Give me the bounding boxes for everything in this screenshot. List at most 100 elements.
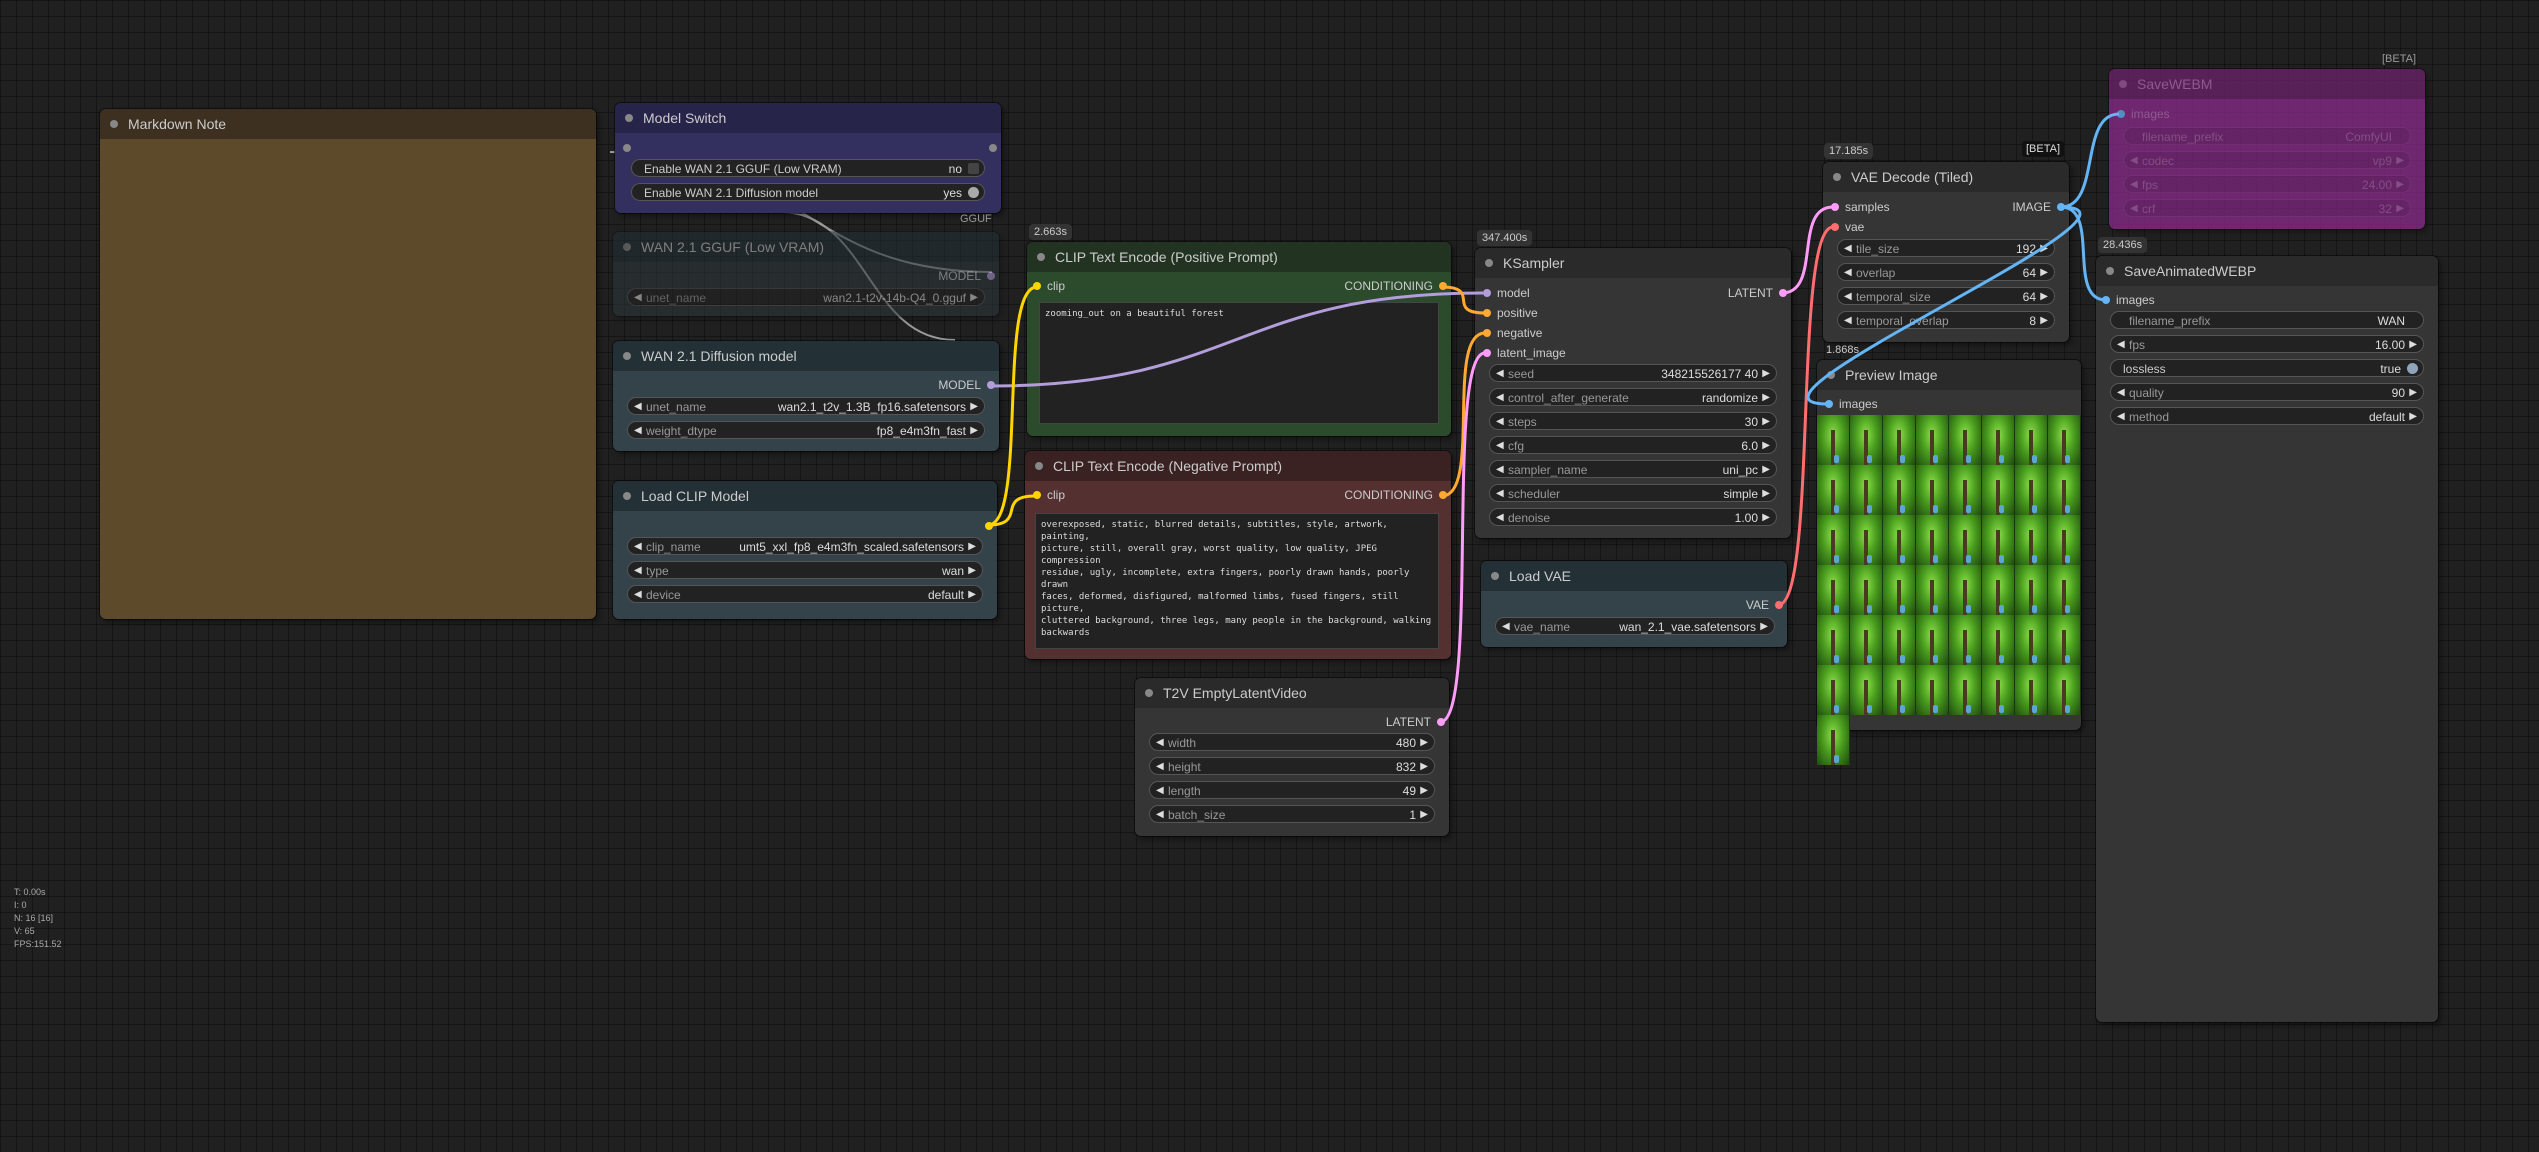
collapse-dot-icon[interactable] bbox=[623, 243, 631, 251]
preview-frame[interactable] bbox=[1916, 665, 1949, 715]
save-webp-images-input[interactable]: images bbox=[2102, 293, 2155, 307]
preview-frame[interactable] bbox=[1850, 465, 1883, 515]
collapse-dot-icon[interactable] bbox=[625, 114, 633, 122]
clip-negative-title[interactable]: CLIP Text Encode (Negative Prompt) bbox=[1025, 451, 1451, 481]
vae-name-select[interactable]: ◀ vae_name wan_2.1_vae.safetensors ▶ bbox=[1495, 617, 1775, 635]
clip-positive-node[interactable]: CLIP Text Encode (Positive Prompt) clip … bbox=[1027, 242, 1451, 436]
load-clip-node[interactable]: Load CLIP Model ◀ clip_name umt5_xxl_fp8_… bbox=[613, 481, 997, 619]
diffusion-loader-title[interactable]: WAN 2.1 Diffusion model bbox=[613, 341, 999, 371]
preview-frame[interactable] bbox=[2048, 465, 2081, 515]
collapse-dot-icon[interactable] bbox=[1491, 572, 1499, 580]
load-clip-output[interactable] bbox=[979, 519, 993, 533]
empty-latent-output[interactable]: LATENT bbox=[1386, 715, 1445, 729]
save-webm-title[interactable]: SaveWEBM bbox=[2109, 69, 2425, 99]
preview-frame[interactable] bbox=[2015, 515, 2048, 565]
temporal-overlap-input[interactable]: ◀ temporal_overlap 8 ▶ bbox=[1837, 311, 2055, 329]
clip-pos-conditioning-output[interactable]: CONDITIONING bbox=[1344, 279, 1447, 293]
preview-frame[interactable] bbox=[1949, 515, 1982, 565]
preview-frame[interactable] bbox=[1817, 715, 1850, 765]
tile-size-input[interactable]: ◀ tile_size 192 ▶ bbox=[1837, 239, 2055, 257]
preview-frame[interactable] bbox=[2048, 665, 2081, 715]
collapse-dot-icon[interactable] bbox=[1035, 462, 1043, 470]
preview-frame[interactable] bbox=[1949, 465, 1982, 515]
gguf-loader-title[interactable]: WAN 2.1 GGUF (Low VRAM) bbox=[613, 232, 999, 262]
save-webp-title[interactable]: SaveAnimatedWEBP bbox=[2096, 256, 2438, 286]
clip-pos-clip-input[interactable]: clip bbox=[1033, 279, 1065, 293]
vae-decode-node[interactable]: VAE Decode (Tiled) samples vae IMAGE ◀ ti… bbox=[1823, 162, 2069, 342]
preview-frame[interactable] bbox=[2048, 615, 2081, 665]
ksampler-node[interactable]: KSampler model positive negative latent_… bbox=[1475, 248, 1791, 538]
latent-length-input[interactable]: ◀ length 49 ▶ bbox=[1149, 781, 1435, 799]
preview-images-input[interactable]: images bbox=[1825, 397, 1878, 411]
preview-frame[interactable] bbox=[1949, 665, 1982, 715]
model-switch-output-slot[interactable] bbox=[983, 141, 997, 155]
temporal-size-input[interactable]: ◀ temporal_size 64 ▶ bbox=[1837, 287, 2055, 305]
save-animated-webp-node[interactable]: SaveAnimatedWEBP images filename_prefix … bbox=[2096, 256, 2438, 1022]
preview-frame[interactable] bbox=[1916, 565, 1949, 615]
webp-quality-input[interactable]: ◀ quality 90 ▶ bbox=[2110, 383, 2424, 401]
clip-neg-clip-input[interactable]: clip bbox=[1033, 488, 1065, 502]
preview-image-title[interactable]: Preview Image bbox=[1817, 360, 2081, 390]
preview-frame[interactable] bbox=[1982, 565, 2015, 615]
preview-frame[interactable] bbox=[1817, 465, 1850, 515]
preview-frame[interactable] bbox=[1949, 565, 1982, 615]
scheduler-select[interactable]: ◀ scheduler simple ▶ bbox=[1489, 484, 1777, 502]
vae-decode-title[interactable]: VAE Decode (Tiled) bbox=[1823, 162, 2069, 192]
preview-frame[interactable] bbox=[1916, 465, 1949, 515]
collapse-dot-icon[interactable] bbox=[1485, 259, 1493, 267]
vae-decode-image-output[interactable]: IMAGE bbox=[2012, 200, 2065, 214]
gguf-loader-node[interactable]: WAN 2.1 GGUF (Low VRAM) MODEL ◀ unet_name… bbox=[613, 232, 999, 316]
preview-frames-grid[interactable] bbox=[1817, 415, 2081, 765]
markdown-note-node[interactable]: Markdown Note bbox=[100, 109, 596, 619]
toggle-diffusion[interactable]: Enable WAN 2.1 Diffusion model yes bbox=[631, 183, 985, 201]
ksampler-title[interactable]: KSampler bbox=[1475, 248, 1791, 278]
collapse-dot-icon[interactable] bbox=[1037, 253, 1045, 261]
seed-input[interactable]: ◀ seed 348215526177 40 ▶ bbox=[1489, 364, 1777, 382]
preview-frame[interactable] bbox=[2015, 665, 2048, 715]
steps-input[interactable]: ◀ steps 30 ▶ bbox=[1489, 412, 1777, 430]
webp-lossless-toggle[interactable]: lossless true bbox=[2110, 359, 2424, 377]
clip-positive-title[interactable]: CLIP Text Encode (Positive Prompt) bbox=[1027, 242, 1451, 272]
collapse-dot-icon[interactable] bbox=[623, 492, 631, 500]
webp-method-select[interactable]: ◀ method default ▶ bbox=[2110, 407, 2424, 425]
preview-frame[interactable] bbox=[1850, 415, 1883, 465]
preview-frame[interactable] bbox=[2015, 615, 2048, 665]
webp-fps-input[interactable]: ◀ fps 16.00 ▶ bbox=[2110, 335, 2424, 353]
diffusion-unet-name-select[interactable]: ◀ unet_name wan2.1_t2v_1.3B_fp16.safetens… bbox=[627, 397, 985, 415]
clip-name-select[interactable]: ◀ clip_name umt5_xxl_fp8_e4m3fn_scaled.sa… bbox=[627, 537, 983, 555]
preview-frame[interactable] bbox=[1817, 615, 1850, 665]
clip-negative-node[interactable]: CLIP Text Encode (Negative Prompt) clip … bbox=[1025, 451, 1451, 659]
preview-frame[interactable] bbox=[1949, 415, 1982, 465]
preview-image-node[interactable]: Preview Image images bbox=[1817, 360, 2081, 765]
collapse-dot-icon[interactable] bbox=[2106, 267, 2114, 275]
vae-decode-vae-input[interactable]: vae bbox=[1831, 220, 1864, 234]
preview-frame[interactable] bbox=[1982, 415, 2015, 465]
preview-frame[interactable] bbox=[2048, 515, 2081, 565]
markdown-note-title[interactable]: Markdown Note bbox=[100, 109, 596, 139]
empty-latent-video-node[interactable]: T2V EmptyLatentVideo LATENT ◀ width 480 ▶ … bbox=[1135, 678, 1449, 836]
preview-frame[interactable] bbox=[2015, 465, 2048, 515]
preview-frame[interactable] bbox=[1817, 515, 1850, 565]
save-webm-images-input[interactable]: images bbox=[2117, 107, 2170, 121]
cfg-input[interactable]: ◀ cfg 6.0 ▶ bbox=[1489, 436, 1777, 454]
ksampler-positive-input[interactable]: positive bbox=[1483, 306, 1538, 320]
preview-frame[interactable] bbox=[1817, 665, 1850, 715]
preview-frame[interactable] bbox=[2015, 415, 2048, 465]
negative-prompt-textarea[interactable]: overexposed, static, blurred details, su… bbox=[1035, 513, 1439, 649]
preview-frame[interactable] bbox=[1817, 565, 1850, 615]
ksampler-latent-output[interactable]: LATENT bbox=[1728, 286, 1787, 300]
empty-latent-video-title[interactable]: T2V EmptyLatentVideo bbox=[1135, 678, 1449, 708]
webp-filename-prefix-input[interactable]: filename_prefix WAN bbox=[2110, 311, 2424, 329]
collapse-dot-icon[interactable] bbox=[623, 352, 631, 360]
clip-type-select[interactable]: ◀ type wan ▶ bbox=[627, 561, 983, 579]
denoise-input[interactable]: ◀ denoise 1.00 ▶ bbox=[1489, 508, 1777, 526]
preview-frame[interactable] bbox=[2048, 565, 2081, 615]
webm-filename-prefix-input[interactable]: filename_prefix ComfyUI bbox=[2123, 127, 2411, 145]
preview-frame[interactable] bbox=[1982, 465, 2015, 515]
latent-width-input[interactable]: ◀ width 480 ▶ bbox=[1149, 733, 1435, 751]
ksampler-latent-input[interactable]: latent_image bbox=[1483, 346, 1566, 360]
preview-frame[interactable] bbox=[1883, 415, 1916, 465]
preview-frame[interactable] bbox=[1883, 665, 1916, 715]
webm-codec-select[interactable]: ◀ codec vp9 ▶ bbox=[2123, 151, 2411, 169]
load-vae-node[interactable]: Load VAE VAE ◀ vae_name wan_2.1_vae.safet… bbox=[1481, 561, 1787, 647]
